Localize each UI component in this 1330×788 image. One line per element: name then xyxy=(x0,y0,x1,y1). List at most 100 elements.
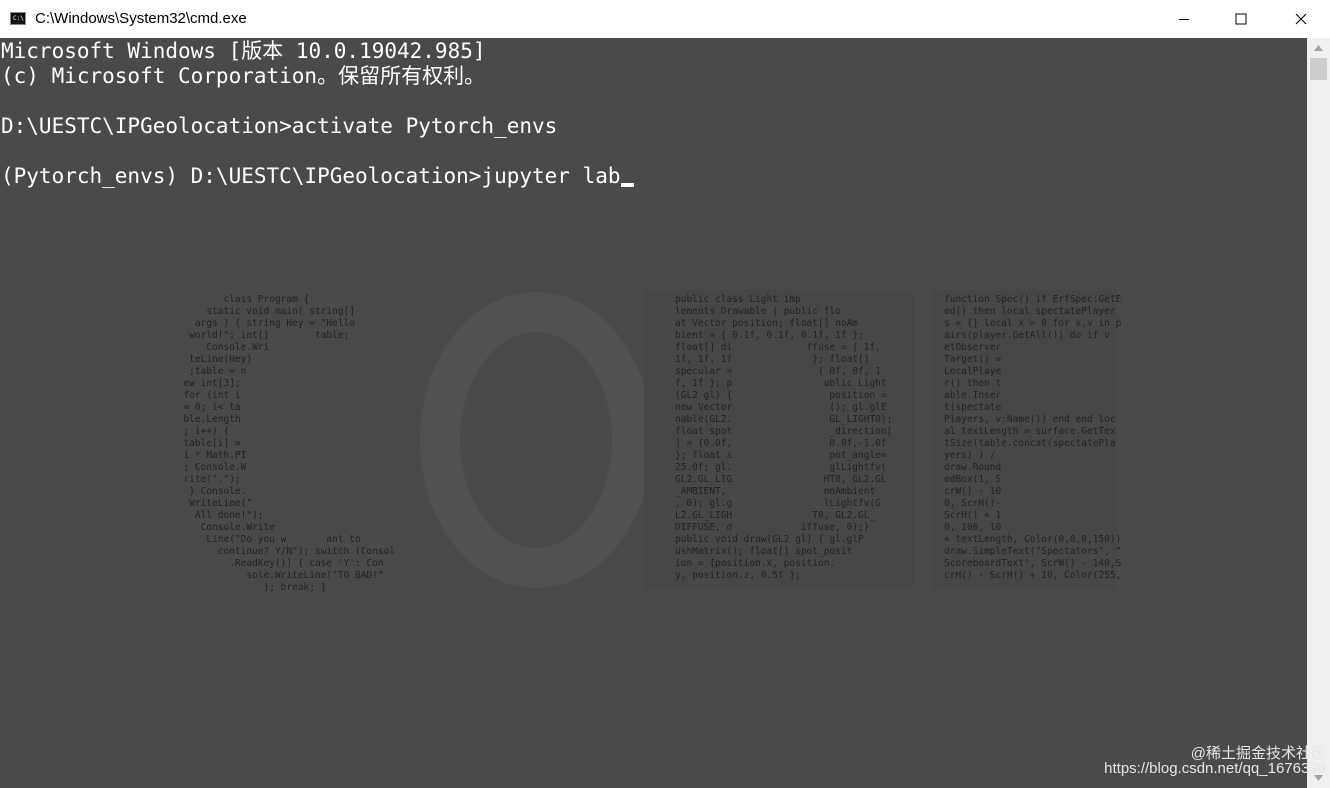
code-art-line: crW() - 10 xyxy=(944,486,1002,497)
code-art-line: tSize(table.concat(spectatePla xyxy=(944,438,1116,449)
code-art-line: draw.SimpleText("Spectators", " xyxy=(944,546,1122,557)
code-art-line: ; Console.W xyxy=(172,462,247,473)
code-art-line: }; float s pot_angle= xyxy=(675,450,887,461)
code-art-line: edBox(1, S xyxy=(944,474,1002,485)
code-art-line: ed() then local spectatePlayer xyxy=(944,306,1116,317)
code-art-line: ble.Length xyxy=(172,414,241,425)
code-art-line: Console.Wri xyxy=(172,342,270,353)
code-art-line: ] = {0.0f, 0.0f,-1.0f xyxy=(675,438,887,449)
code-art-line: float[] di ffuse = { 1f, xyxy=(675,342,881,353)
code-art-line: DIFFUSE, d iffuse, 0);} xyxy=(675,522,870,533)
code-art-line: Target() = xyxy=(944,354,1002,365)
minimize-icon xyxy=(1179,19,1189,20)
code-art-line: ); break; } xyxy=(172,582,327,593)
code-art-block-csharp: class Program { static void main( string… xyxy=(172,294,395,594)
cmd-window: C:\ C:\Windows\System32\cmd.exe class Pr… xyxy=(0,0,1330,788)
minimize-button[interactable] xyxy=(1155,0,1213,38)
code-art-line: crH() - ScrH() + 10, Color(255, xyxy=(944,570,1122,581)
maximize-button[interactable] xyxy=(1212,0,1270,38)
text-cursor xyxy=(620,183,634,187)
code-art-line: 25.0f; gl. glLightfv( xyxy=(675,462,887,473)
vertical-scrollbar[interactable] xyxy=(1307,38,1330,788)
code-art-line: float spot _direction[ xyxy=(675,426,893,437)
code-art-line: ushMatrix(); float[] spot_posit xyxy=(675,546,853,557)
code-art-line: sole.WriteLine("TO BAD!" xyxy=(172,570,384,581)
code-art-line: static void main( string[] xyxy=(172,306,356,317)
code-art-line: ew int[3]; xyxy=(172,378,241,389)
code-art-line: ion = {position.x, position. xyxy=(675,558,836,569)
code-art-line: Line("Do you w ant to xyxy=(172,534,361,545)
console-output-area[interactable]: class Program { static void main( string… xyxy=(0,38,1307,788)
console-line: Microsoft Windows [版本 10.0.19042.985] xyxy=(1,39,486,63)
code-art-line: new Vector (); gl.glE xyxy=(675,402,887,413)
code-art-line: world!"; int[] table; xyxy=(172,330,350,341)
code-art-line: rite("."); xyxy=(172,474,241,485)
code-art-line: r() then t xyxy=(944,378,1002,389)
code-art-line: Players, v:Name()) end end loc xyxy=(944,414,1116,425)
code-art-line: 1f, 1f, 1f }; float[] xyxy=(675,354,870,365)
scroll-up-button[interactable] xyxy=(1307,38,1330,58)
code-art-line: = 0; i< ta xyxy=(172,402,241,413)
code-art-line: public class Light imp xyxy=(675,294,801,305)
code-art-line: s = {} local x = 0 for x,v in p xyxy=(944,318,1122,329)
code-art-line: table[i] = xyxy=(172,438,241,449)
code-art-line: WriteLine(" xyxy=(172,498,253,509)
code-art-line: 0, ScrH()- xyxy=(944,498,1002,509)
code-art-line: All done!"); xyxy=(172,510,264,521)
code-art-line: _AMBIENT, noAmbient xyxy=(675,486,876,497)
code-art-line: } Console. xyxy=(172,486,247,497)
code-art-line: continue? Y/N"); switch (Consol xyxy=(172,546,396,557)
background-code-art: class Program { static void main( string… xyxy=(0,38,1307,788)
code-art-line: L2.GL_LIGH T0, GL2.GL_ xyxy=(675,510,876,521)
code-art-line: ScrH() + 1 xyxy=(944,510,1002,521)
console-prompt-line[interactable]: (Pytorch_envs) D:\UESTC\IPGeolocation>ju… xyxy=(1,164,634,189)
code-art-line: Console.Write xyxy=(172,522,275,533)
code-art-line: bient = { 0.1f, 0.1f, 0.1f, 1f }; xyxy=(675,330,864,341)
code-art-line: LocalPlaye xyxy=(944,366,1002,377)
code-art-line: at Vector position; float[] noAm xyxy=(675,318,859,329)
code-art-line: etObserver xyxy=(944,342,1002,353)
code-art-line: ; i++) { xyxy=(172,426,230,437)
code-art-line: draw.Round xyxy=(944,462,1002,473)
watermark-url: https://blog.csdn.net/qq_1676398 xyxy=(1104,760,1326,777)
console-app-icon[interactable]: C:\ xyxy=(10,12,26,25)
code-art-line: f, 1f }; p ublic Light xyxy=(675,378,887,389)
code-art-line: al textLength = surface.GetTex xyxy=(944,426,1116,437)
code-art-line: (GL2 gl) { position = xyxy=(675,390,887,401)
maximize-icon xyxy=(1235,13,1247,25)
code-art-line: function Spec() if ErfSpec:GetE xyxy=(944,294,1122,305)
code-art-line: i * Math.PI xyxy=(172,450,247,461)
code-art-line: ;table = n xyxy=(172,366,247,377)
code-art-line: able.Inser xyxy=(944,390,1002,401)
close-button[interactable] xyxy=(1272,0,1330,38)
code-art-line: yers) ) / xyxy=(944,450,996,461)
title-bar[interactable]: C:\ C:\Windows\System32\cmd.exe xyxy=(0,0,1330,38)
code-art-line: teLine(Hey) xyxy=(172,354,253,365)
code-art-line: public void draw(GL2 gl) { gl.glP xyxy=(675,534,864,545)
code-art-line: nable(GL2. GL_LIGHT0); xyxy=(675,414,893,425)
code-art-line: for (int i xyxy=(172,390,241,401)
code-art-block-lua: function Spec() if ErfSpec:GetE ed() then… xyxy=(944,294,1121,582)
code-art-line: args ) { string Hey = "Hello xyxy=(172,318,356,329)
code-art-line: ScoreboardText", ScrW() - 140,S xyxy=(944,558,1122,569)
code-art-line: y, position.z, 0.5f }; xyxy=(675,570,801,581)
app-icon-text: C:\ xyxy=(13,15,24,22)
code-art-line: specular = { 0f, 0f, 1 xyxy=(675,366,881,377)
scroll-up-arrow-icon xyxy=(1314,45,1323,51)
console-line: (Pytorch_envs) D:\UESTC\IPGeolocation>ju… xyxy=(1,164,621,188)
code-art-line: .ReadKey()) { case 'Y': Con xyxy=(172,558,384,569)
console-line: D:\UESTC\IPGeolocation>activate Pytorch_… xyxy=(1,114,558,138)
code-art-line: t(spectate xyxy=(944,402,1002,413)
code-art-line: lements Drawable { public flo xyxy=(675,306,841,317)
code-art-line: , 0); gl.g lLightfv(G xyxy=(675,498,881,509)
code-art-block-java: public class Light imp lements Drawable {… xyxy=(675,294,892,582)
code-art-line: airs(player.GetAll()) do if v xyxy=(944,330,1110,341)
code-art-line: GL2.GL_LIG HT0, GL2.GL xyxy=(675,474,887,485)
window-title: C:\Windows\System32\cmd.exe xyxy=(35,10,247,27)
console-line: (c) Microsoft Corporation。保留所有权利。 xyxy=(1,64,486,88)
code-art-line: + textLength, Color(0,0,0,150)) xyxy=(944,534,1122,545)
close-icon xyxy=(1295,13,1307,25)
code-art-line: 0, 100, 10 xyxy=(944,522,1002,533)
code-art-line: class Program { xyxy=(172,294,310,305)
scroll-thumb[interactable] xyxy=(1310,58,1327,80)
